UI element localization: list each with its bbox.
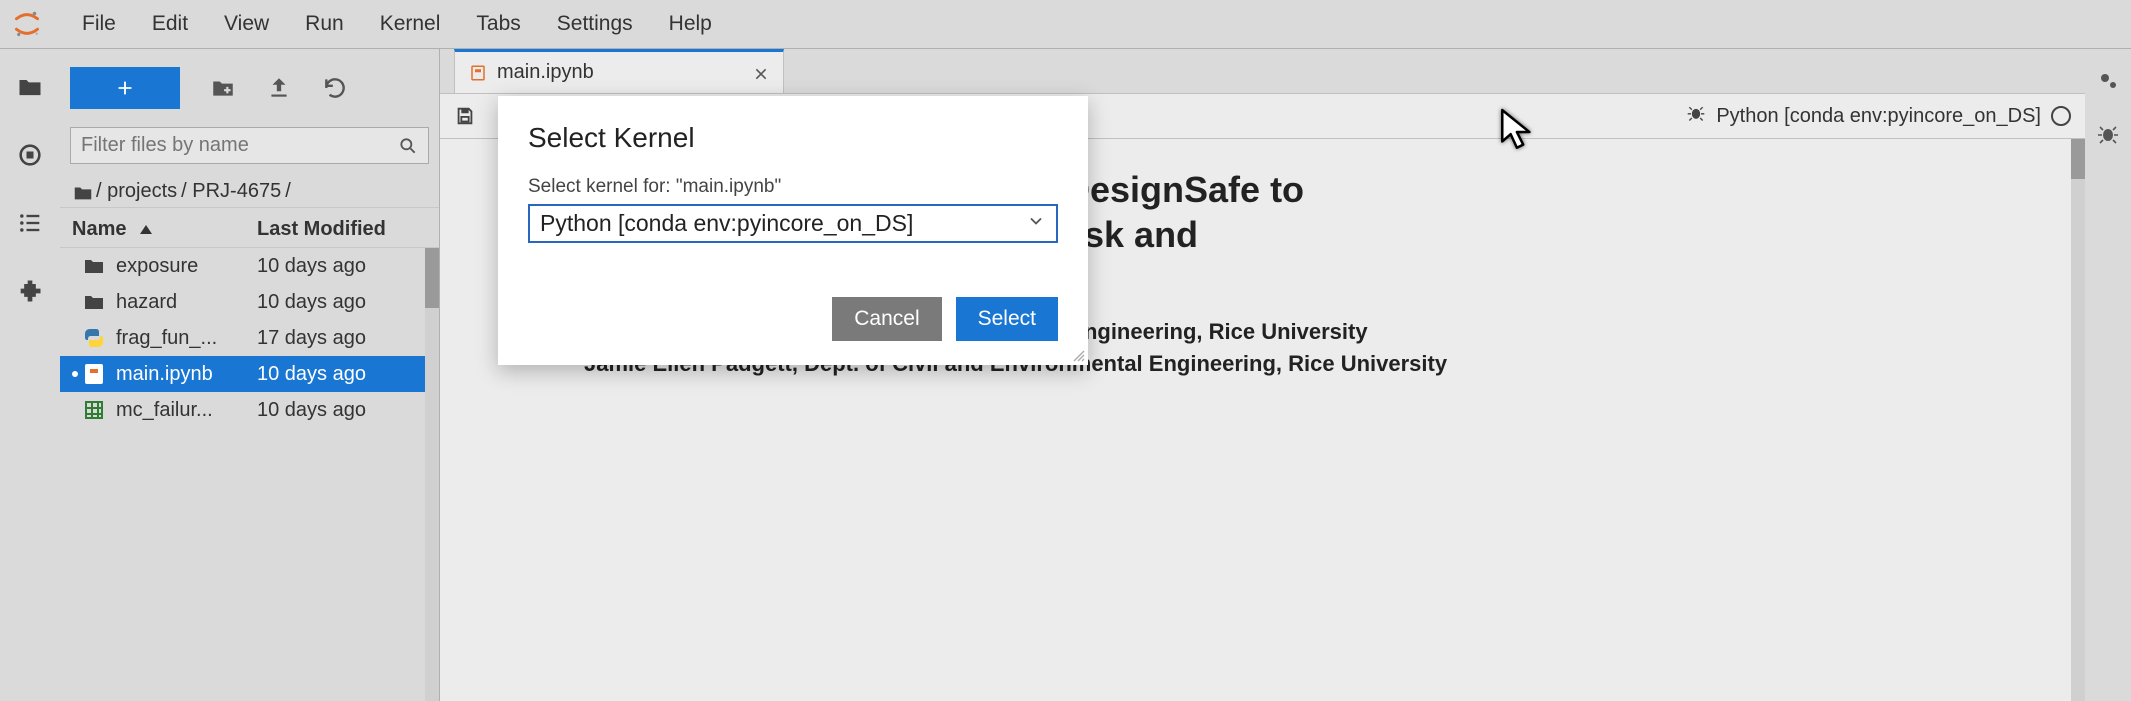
file-modified: 10 days ago	[257, 363, 427, 386]
menubar: File Edit View Run Kernel Tabs Settings …	[0, 0, 2131, 49]
new-launcher-button[interactable]	[70, 67, 180, 109]
kernel-name[interactable]: Python [conda env:pyincore_on_DS]	[1716, 105, 2041, 128]
bug-icon[interactable]	[1686, 103, 1706, 129]
toc-icon[interactable]	[16, 209, 44, 237]
breadcrumb-part[interactable]: / projects	[96, 180, 177, 203]
file-row[interactable]: hazard10 days ago	[60, 284, 439, 320]
menu-items: File Edit View Run Kernel Tabs Settings …	[64, 6, 730, 42]
menu-run[interactable]: Run	[287, 6, 362, 42]
file-name: mc_failur...	[116, 399, 257, 422]
extensions-icon[interactable]	[16, 277, 44, 305]
file-row[interactable]: mc_failur...10 days ago	[60, 392, 439, 428]
python-icon	[82, 326, 106, 350]
file-name: hazard	[116, 291, 257, 314]
menu-edit[interactable]: Edit	[134, 6, 206, 42]
dialog-actions: Cancel Select	[528, 297, 1058, 341]
file-modified: 17 days ago	[257, 327, 427, 350]
breadcrumb-part[interactable]: / PRJ-4675	[181, 180, 281, 203]
kernel-select[interactable]: Python [conda env:pyincore_on_DS]	[528, 204, 1058, 243]
property-inspector-icon[interactable]	[2096, 69, 2120, 98]
menu-view[interactable]: View	[206, 6, 287, 42]
save-icon[interactable]	[454, 105, 476, 127]
close-icon[interactable]	[753, 65, 769, 81]
file-name: exposure	[116, 255, 257, 278]
file-browser: / projects / PRJ-4675 / Name Last Modifi…	[60, 49, 440, 701]
menu-tabs[interactable]: Tabs	[458, 6, 538, 42]
tab-main-ipynb[interactable]: main.ipynb	[454, 49, 784, 93]
running-dot-icon	[72, 371, 78, 377]
jupyter-logo-icon	[10, 7, 44, 41]
dialog-prompt: Select kernel for: "main.ipynb"	[528, 176, 1058, 198]
file-list: exposure10 days agohazard10 days agofrag…	[60, 248, 439, 701]
filter-input[interactable]	[81, 134, 398, 157]
menu-settings[interactable]: Settings	[539, 6, 651, 42]
chevron-down-icon	[1026, 210, 1046, 237]
markdown-title-line: DesignSafe to	[1064, 167, 2041, 212]
scrollbar-thumb[interactable]	[425, 248, 439, 308]
tab-label: main.ipynb	[497, 61, 743, 84]
file-row[interactable]: exposure10 days ago	[60, 248, 439, 284]
folder-icon	[82, 254, 106, 278]
folder-icon	[82, 290, 106, 314]
right-activity-bar	[2085, 49, 2131, 701]
breadcrumb-part: /	[285, 180, 291, 203]
file-modified: 10 days ago	[257, 399, 427, 422]
menu-help[interactable]: Help	[651, 6, 730, 42]
kernel-indicator[interactable]: Python [conda env:pyincore_on_DS]	[1686, 103, 2071, 129]
file-toolbar	[60, 59, 439, 123]
col-modified-header[interactable]: Last Modified	[257, 218, 427, 241]
file-row[interactable]: main.ipynb10 days ago	[60, 356, 439, 392]
folder-icon[interactable]	[16, 73, 44, 101]
folder-icon	[72, 182, 92, 202]
scrollbar-thumb[interactable]	[2071, 139, 2085, 179]
select-kernel-dialog: Select Kernel Select kernel for: "main.i…	[498, 96, 1088, 365]
filter-box[interactable]	[70, 127, 429, 164]
select-button[interactable]: Select	[956, 297, 1058, 341]
file-modified: 10 days ago	[257, 291, 427, 314]
dialog-title: Select Kernel	[528, 122, 1058, 154]
kernel-select-value: Python [conda env:pyincore_on_DS]	[540, 210, 913, 237]
scrollbar-track[interactable]	[425, 248, 439, 701]
kernel-status-idle-icon[interactable]	[2051, 106, 2071, 126]
markdown-title-line: isk and	[1074, 212, 2041, 257]
file-name: main.ipynb	[116, 363, 257, 386]
search-icon	[398, 136, 418, 156]
app-root: File Edit View Run Kernel Tabs Settings …	[0, 0, 2131, 701]
file-modified: 10 days ago	[257, 255, 427, 278]
sort-ascending-icon	[140, 225, 152, 234]
cancel-button[interactable]: Cancel	[832, 297, 941, 341]
breadcrumb[interactable]: / projects / PRJ-4675 /	[60, 172, 439, 207]
debugger-icon[interactable]	[2096, 122, 2120, 151]
scrollbar-track[interactable]	[2071, 139, 2085, 701]
refresh-icon[interactable]	[322, 75, 348, 101]
activity-bar	[0, 49, 60, 701]
notebook-icon	[469, 64, 487, 82]
tab-strip: main.ipynb	[440, 49, 2085, 93]
new-folder-icon[interactable]	[210, 75, 236, 101]
file-list-header: Name Last Modified	[60, 207, 439, 248]
notebook-icon	[82, 362, 106, 386]
col-name-header[interactable]: Name	[72, 218, 257, 241]
menu-kernel[interactable]: Kernel	[362, 6, 459, 42]
resize-handle-icon[interactable]	[1072, 349, 1086, 363]
upload-icon[interactable]	[266, 75, 292, 101]
spreadsheet-icon	[82, 398, 106, 422]
menu-file[interactable]: File	[64, 6, 134, 42]
running-icon[interactable]	[16, 141, 44, 169]
file-name: frag_fun_...	[116, 327, 257, 350]
file-row[interactable]: frag_fun_...17 days ago	[60, 320, 439, 356]
